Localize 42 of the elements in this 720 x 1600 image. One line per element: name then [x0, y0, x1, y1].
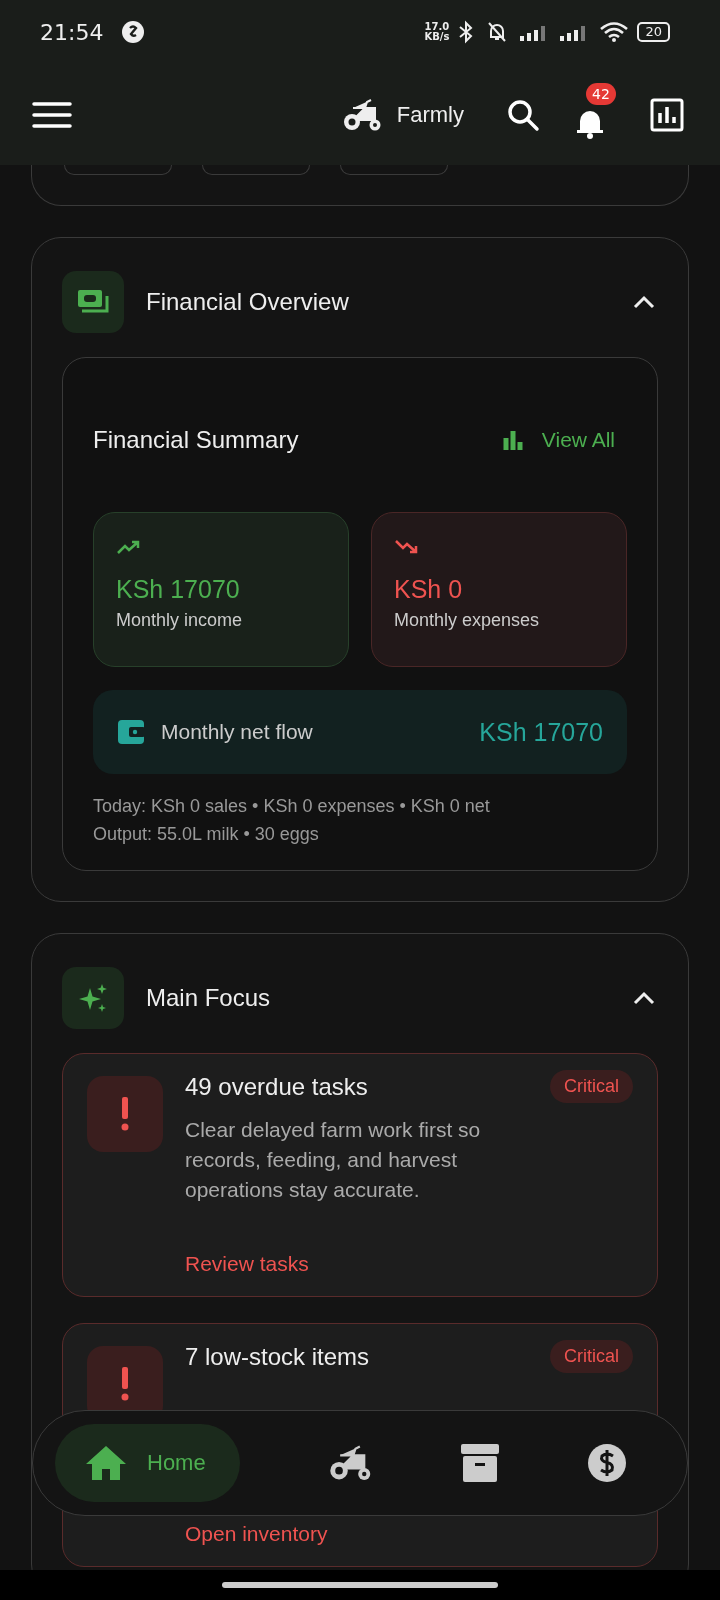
critical-badge: Critical: [550, 1070, 633, 1103]
view-all-link[interactable]: View All: [541, 428, 615, 452]
search-icon[interactable]: [506, 97, 540, 132]
output-summary: Output: 55.0L milk • 30 eggs: [93, 823, 320, 846]
trend-down-icon: [394, 539, 420, 555]
section-title: Financial Overview: [146, 288, 349, 316]
chevron-up-icon[interactable]: [632, 294, 656, 310]
bar-chart-icon: [501, 429, 524, 451]
network-speed: 17.0 KB/s: [424, 22, 450, 42]
wifi-icon: [599, 21, 630, 43]
focus-item-description: Clear delayed farm work first so records, feeding, and harvest operations stay accurate.: [185, 1117, 482, 1203]
status-time: 21:54: [40, 19, 104, 45]
stat-label: Monthly expenses: [394, 610, 540, 631]
chart-icon[interactable]: [650, 97, 684, 132]
trend-up-icon: [116, 539, 142, 555]
battery-indicator: 20: [637, 22, 670, 42]
summary-title: Financial Summary: [93, 426, 299, 454]
critical-badge: Critical: [550, 1340, 633, 1373]
net-flow-label: Monthly net flow: [161, 720, 313, 744]
net-flow-amount: KSh 17070: [479, 717, 603, 747]
stat-amount: KSh 17070: [116, 575, 240, 604]
menu-icon[interactable]: [32, 99, 72, 130]
app-notification-icon: [121, 20, 146, 44]
wallet-icon: [117, 719, 145, 745]
app-title: Farmly: [396, 101, 464, 128]
focus-action-link[interactable]: Open inventory: [185, 1522, 328, 1546]
focus-item-title: 7 low-stock items: [185, 1342, 370, 1371]
section-title: Main Focus: [146, 984, 271, 1012]
alert-icon: [87, 1076, 163, 1152]
cash-icon: [62, 271, 124, 333]
notification-badge: 42: [586, 82, 616, 105]
chevron-up-icon[interactable]: [632, 990, 656, 1006]
home-icon: [85, 1445, 127, 1481]
nav-tab-selected[interactable]: Home: [55, 1424, 240, 1502]
stat-amount: KSh 0: [394, 575, 463, 604]
focus-item-title: 49 overdue tasks: [185, 1072, 368, 1101]
archive-box-icon: [459, 1443, 500, 1483]
sparkle-icon: [62, 967, 124, 1029]
today-summary: Today: KSh 0 sales • KSh 0 expenses • KSh 0 net: [93, 795, 491, 818]
focus-action-link[interactable]: Review tasks: [185, 1252, 309, 1276]
dollar-coin-icon: [586, 1443, 627, 1483]
stat-label: Monthly income: [116, 610, 243, 631]
